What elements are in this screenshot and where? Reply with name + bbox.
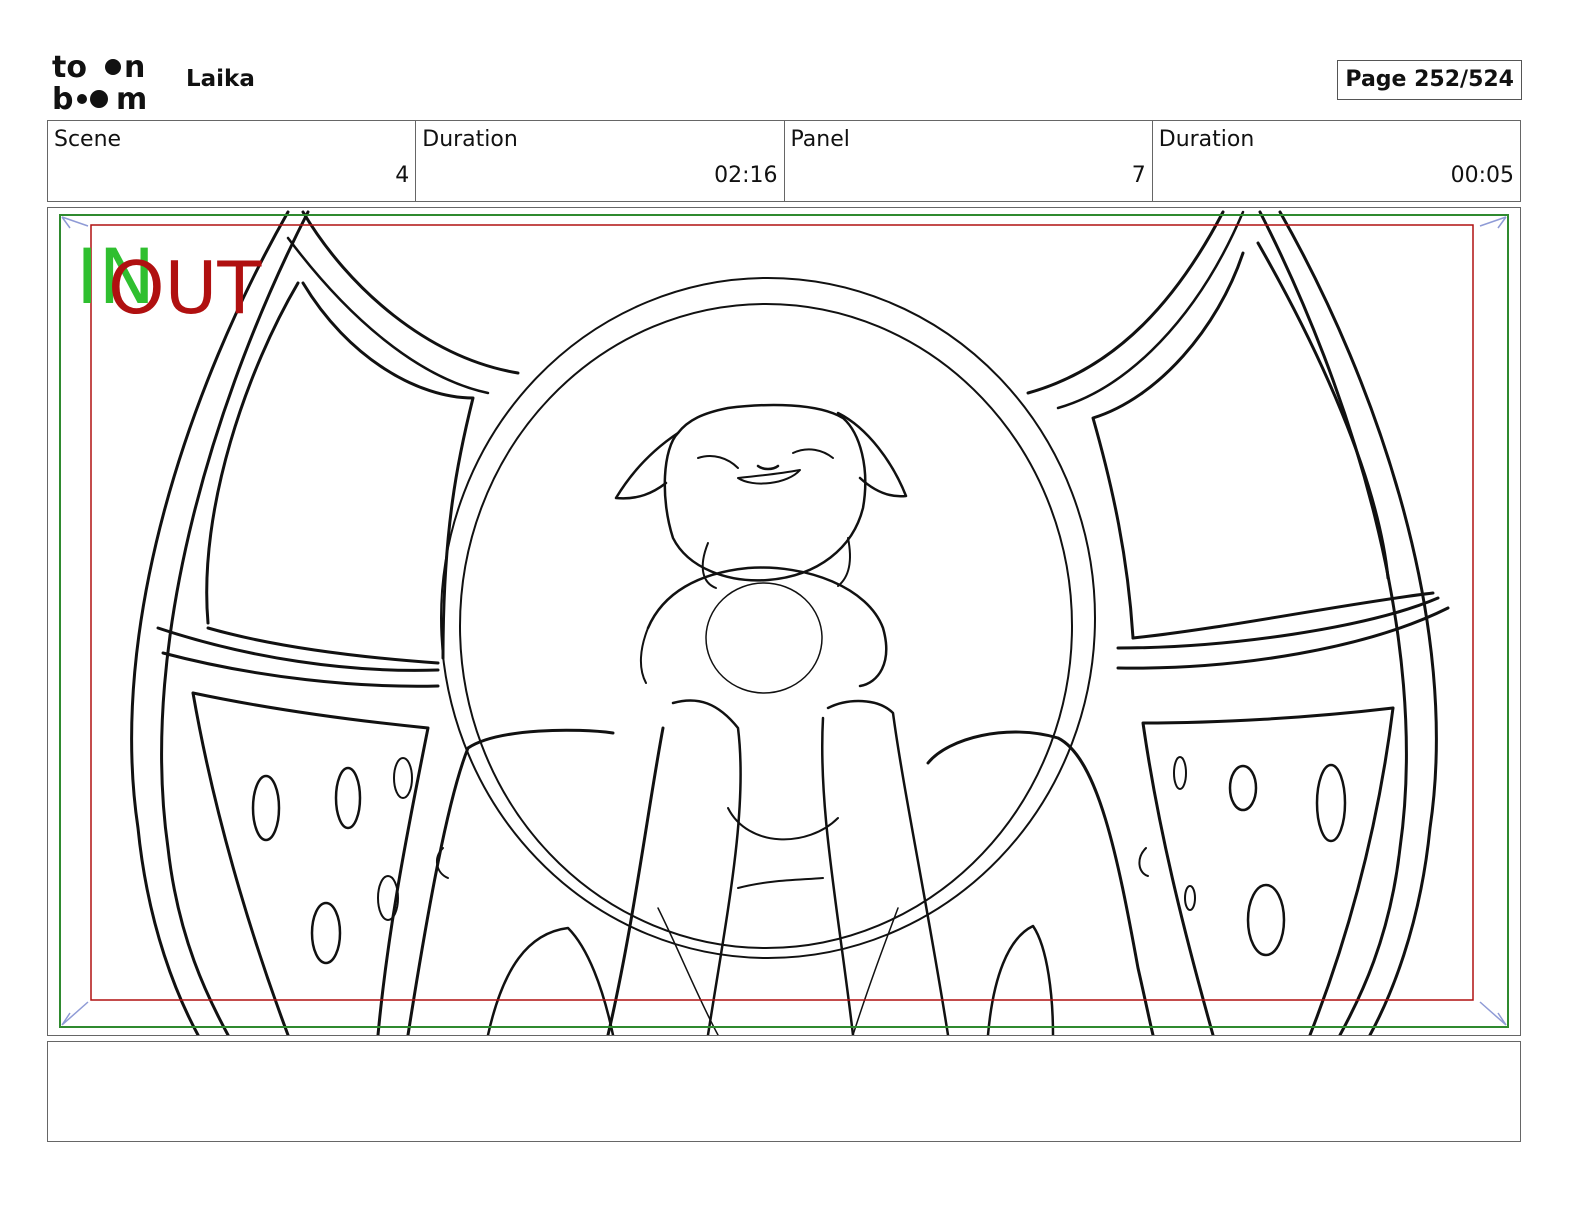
arch-left-top: [301, 210, 520, 375]
dog-leg-left-inner: [671, 699, 742, 1035]
panel-duration-label: Duration: [1158, 127, 1255, 152]
page-number: Page 252/524: [1337, 60, 1522, 100]
dog-belly: [727, 807, 839, 841]
rivet: [1173, 756, 1187, 790]
scene-duration-label: Duration: [422, 127, 518, 152]
storyboard-panel[interactable]: IN OUT: [47, 207, 1521, 1036]
rivet: [1184, 885, 1196, 911]
arch-left-outer-2: [160, 210, 310, 1035]
arch-left-outer: [130, 210, 290, 1035]
panel-left-edge: [191, 691, 290, 1035]
rivet: [310, 901, 342, 965]
rivet: [1228, 764, 1258, 812]
corner-marker: [1479, 1001, 1507, 1026]
project-title: Laika: [186, 66, 255, 92]
logo-text-top: to: [52, 50, 87, 85]
scene-value: 4: [395, 163, 410, 188]
logo-dot: [105, 59, 121, 75]
dog-leg-left-outer: [606, 726, 665, 1035]
hind-right-paw: [986, 924, 1055, 1035]
window-left-pane: [301, 281, 475, 660]
panel-duration-cell: Duration 00:05: [1151, 121, 1520, 201]
action-safe-frame: [59, 214, 1509, 1028]
rivet: [1315, 763, 1347, 843]
dog-head: [663, 403, 867, 582]
corner-markers: [61, 216, 1507, 1026]
dog-shoulders: [646, 566, 888, 688]
rivet: [1246, 883, 1286, 957]
title-safe-frame: [90, 224, 1474, 1001]
corner-marker: [61, 1001, 89, 1026]
scene-duration-cell: Duration 02:16: [415, 121, 783, 201]
panel-cell: Panel 7: [783, 121, 1152, 201]
toonboom-logo: to n b m: [52, 50, 147, 114]
band-left-top: [156, 626, 440, 672]
logo-text-top-2: n: [124, 50, 145, 85]
band-right-top: [1116, 596, 1440, 650]
panel-right-edge: [1308, 706, 1395, 1035]
panel-sketch: IN OUT: [59, 210, 1509, 1035]
corner-marker: [61, 216, 89, 229]
logo-text-bottom: b: [52, 82, 73, 114]
window-right-pane: [1091, 251, 1245, 640]
dog-leg-right-inner: [820, 716, 855, 1035]
rivet: [393, 757, 413, 799]
dog-chest-bubble: [705, 582, 823, 694]
rivet: [251, 774, 281, 842]
dog-mouth: [737, 469, 801, 485]
arch-right-outer-2: [1258, 210, 1408, 1035]
corner-marker: [1479, 216, 1507, 229]
dog-eye-left: [697, 455, 739, 469]
rivet-mark: [1138, 847, 1149, 877]
logo-dot: [77, 94, 87, 104]
panel-notes[interactable]: [47, 1041, 1521, 1142]
scene-info-table: Scene 4 Duration 02:16 Panel 7 Duration …: [47, 120, 1521, 202]
hind-left-paw: [486, 926, 615, 1035]
panel-left-lower: [191, 691, 430, 1035]
dog-neck-left: [701, 542, 717, 589]
hind-right-top: [926, 730, 1155, 1035]
logo-dot: [90, 90, 108, 108]
dog-ear-right: [836, 411, 908, 498]
scene-duration-value: 02:16: [714, 163, 778, 188]
rivet: [334, 766, 362, 830]
dog-belly-line: [737, 877, 824, 889]
panel-value: 7: [1131, 163, 1146, 188]
panel-label: Panel: [790, 127, 850, 152]
logo-text-bottom-2: m: [116, 82, 147, 114]
window-left-sill: [206, 626, 440, 665]
dog-eye-right: [792, 448, 834, 459]
dog-shoulder-left: [640, 627, 649, 684]
porthole-inner: [459, 303, 1073, 949]
sketch-line: [657, 907, 719, 1035]
scene-cell: Scene 4: [48, 121, 415, 201]
dog-nose: [756, 464, 780, 471]
porthole-outer: [440, 277, 1096, 959]
dog-ear-left: [614, 431, 680, 500]
scene-label: Scene: [54, 127, 122, 152]
out-label: OUT: [108, 246, 262, 330]
panel-duration-value: 00:05: [1450, 163, 1514, 188]
